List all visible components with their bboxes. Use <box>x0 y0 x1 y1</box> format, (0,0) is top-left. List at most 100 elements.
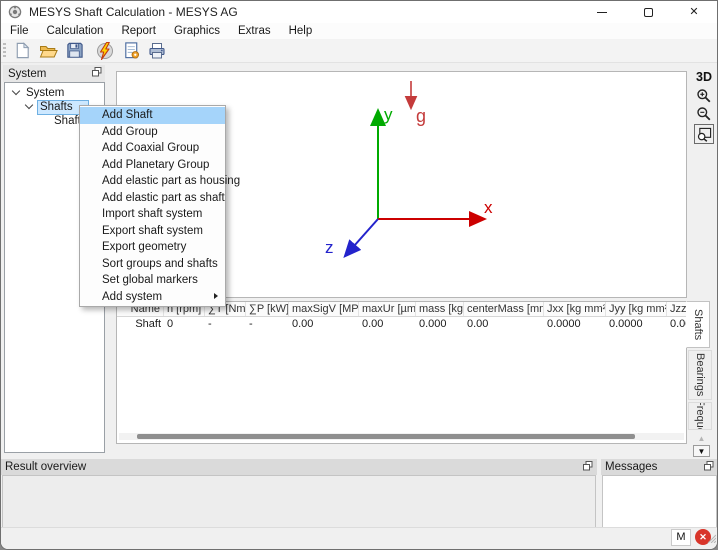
tab-scroll-down-button[interactable]: ▼ <box>693 445 710 457</box>
cell-maxsigv: 0.00 <box>289 318 359 332</box>
menu-item-add-group[interactable]: Add Group <box>80 124 225 141</box>
menu-item-set-global-markers[interactable]: Set global markers <box>80 272 225 289</box>
menu-item-add-planetary-group[interactable]: Add Planetary Group <box>80 157 225 174</box>
menu-item-import-shaft-system[interactable]: Import shaft system <box>80 206 225 223</box>
maximize-button[interactable] <box>625 1 671 23</box>
menu-calculation[interactable]: Calculation <box>38 24 113 38</box>
z-axis-label: z <box>325 238 334 257</box>
open-file-icon <box>38 41 58 61</box>
cell-power: - <box>246 318 289 332</box>
menu-item-add-elastic-shaft[interactable]: Add elastic part as shaft <box>80 190 225 207</box>
col-maxsigv[interactable]: maxSigV [MPa] <box>289 302 359 316</box>
report-icon <box>122 41 141 60</box>
menu-item-export-shaft-system[interactable]: Export shaft system <box>80 223 225 240</box>
cell-maxur: 0.00 <box>359 318 416 332</box>
menu-report[interactable]: Report <box>112 24 165 38</box>
main-toolbar <box>1 39 717 63</box>
view-3d-button[interactable]: 3D <box>696 70 712 84</box>
col-centermass[interactable]: centerMass [mm] <box>464 302 544 316</box>
cell-jyy: 0.0000 <box>606 318 667 332</box>
calculate-lightning-icon <box>95 41 115 61</box>
zoom-out-button[interactable] <box>694 105 715 123</box>
menu-item-export-geometry[interactable]: Export geometry <box>80 239 225 256</box>
cell-torque: - <box>205 318 246 332</box>
result-overview-content <box>2 475 596 528</box>
status-bar: M ✕ <box>1 527 717 549</box>
context-menu: Add Shaft Add Group Add Coaxial Group Ad… <box>79 105 226 307</box>
result-overview-header: Result overview <box>1 459 597 475</box>
zoom-fit-button[interactable] <box>694 124 714 144</box>
minimize-icon <box>597 12 607 13</box>
tree-item-shaft-label: Shaft <box>54 115 81 127</box>
menu-file[interactable]: File <box>1 24 38 38</box>
messages-content <box>602 475 717 528</box>
menu-extras[interactable]: Extras <box>229 24 280 38</box>
result-overview-title: Result overview <box>5 461 86 473</box>
menu-item-add-shaft[interactable]: Add Shaft <box>80 107 225 124</box>
menu-item-add-system[interactable]: Add system <box>80 289 225 306</box>
tab-scroll-up-button[interactable]: ▲ <box>693 432 710 444</box>
toolbar-grip[interactable] <box>3 43 6 59</box>
save-button[interactable] <box>61 40 87 62</box>
messages-title: Messages <box>605 461 657 473</box>
shaft-table-panel: Name n [rpm] ∑T [Nm] ∑P [kW] maxSigV [MP… <box>116 301 687 444</box>
tab-bearings[interactable]: Bearings <box>688 350 712 400</box>
zoom-out-icon <box>696 106 712 122</box>
menu-graphics[interactable]: Graphics <box>165 24 229 38</box>
tree-item-system[interactable]: System <box>5 86 104 100</box>
maximize-icon <box>644 8 653 17</box>
menu-item-add-elastic-housing[interactable]: Add elastic part as housing <box>80 173 225 190</box>
col-jxx[interactable]: Jxx [kg mm²] <box>544 302 606 316</box>
cell-jzz: 0.0000 <box>667 318 687 332</box>
menu-item-add-coaxial-group[interactable]: Add Coaxial Group <box>80 140 225 157</box>
app-icon <box>8 5 22 19</box>
report-button[interactable] <box>118 40 144 62</box>
close-button[interactable]: ✕ <box>671 1 717 23</box>
print-button[interactable] <box>144 40 170 62</box>
cell-centermass: 0.00 <box>464 318 544 332</box>
table-row[interactable]: Shaft 0 - - 0.00 0.00 0.000 0.00 0.0000 … <box>117 318 686 332</box>
menu-help[interactable]: Help <box>280 24 322 38</box>
view-toolbar: 3D <box>691 70 717 144</box>
menu-item-sort-groups[interactable]: Sort groups and shafts <box>80 256 225 273</box>
title-bar[interactable]: MESYS Shaft Calculation - MESYS AG ✕ <box>1 1 717 23</box>
col-power[interactable]: ∑P [kW] <box>246 302 289 316</box>
float-panel-icon[interactable] <box>583 461 593 474</box>
menu-item-add-system-label: Add system <box>102 291 162 303</box>
horizontal-scrollbar[interactable] <box>119 433 684 440</box>
y-axis-label: y <box>384 105 393 124</box>
float-panel-icon[interactable] <box>92 67 102 80</box>
cell-mass: 0.000 <box>416 318 464 332</box>
print-icon <box>147 41 167 61</box>
cell-n: 0 <box>164 318 205 332</box>
tree-item-system-label: System <box>26 87 64 99</box>
zoom-in-icon <box>696 88 712 104</box>
resize-grip[interactable] <box>706 530 716 548</box>
tab-shafts[interactable]: Shafts <box>686 301 710 348</box>
chevron-down-icon[interactable] <box>25 101 33 109</box>
menu-bar: File Calculation Report Graphics Extras … <box>1 23 717 39</box>
float-panel-icon[interactable] <box>704 461 714 474</box>
results-tab-bar: Shafts Bearings Freque ▲ ▼ <box>687 301 716 457</box>
chevron-down-icon[interactable] <box>12 87 20 95</box>
x-axis-label: x <box>484 198 493 217</box>
zoom-in-button[interactable] <box>694 87 715 105</box>
new-file-button[interactable] <box>9 40 35 62</box>
col-mass[interactable]: mass [kg] <box>416 302 464 316</box>
col-jyy[interactable]: Jyy [kg mm²] <box>606 302 667 316</box>
new-file-icon <box>13 41 32 60</box>
system-panel-header: System <box>3 65 105 82</box>
h-scrollbar-thumb[interactable] <box>137 434 635 439</box>
tab-frequencies[interactable]: Freque <box>688 402 712 430</box>
calculate-button[interactable] <box>92 40 118 62</box>
open-file-button[interactable] <box>35 40 61 62</box>
system-panel-title: System <box>8 68 46 80</box>
messages-header: Messages <box>601 459 718 475</box>
col-maxur[interactable]: maxUr [µm] <box>359 302 416 316</box>
marker-button[interactable]: M <box>671 529 691 546</box>
save-icon <box>65 41 84 60</box>
submenu-arrow-icon <box>214 293 218 299</box>
col-jzz[interactable]: Jzz [kg mm²] <box>667 302 687 316</box>
minimize-button[interactable] <box>579 1 625 23</box>
gravity-label: g <box>416 106 426 126</box>
